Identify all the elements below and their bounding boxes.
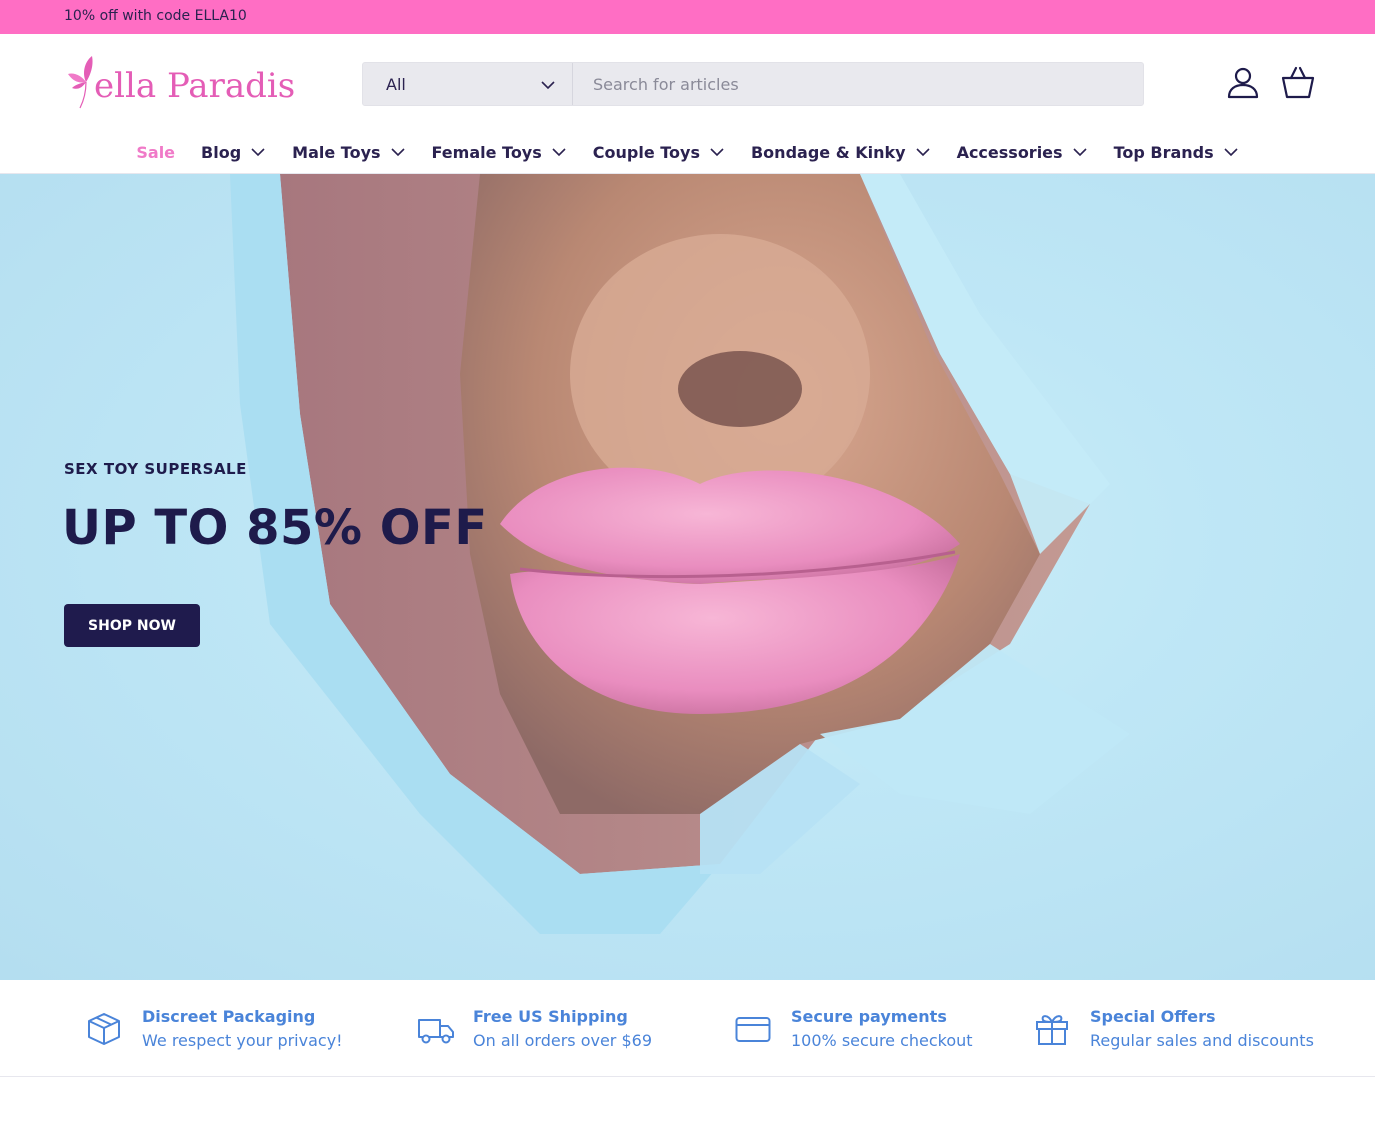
feature-subtitle: On all orders over $69 [473, 1031, 652, 1050]
shop-now-button[interactable]: SHOP NOW [64, 604, 200, 647]
chevron-down-icon [552, 148, 566, 157]
feature-subtitle: Regular sales and discounts [1090, 1031, 1314, 1050]
nav-item-male-toys[interactable]: Male Toys [292, 138, 405, 166]
feature-title: Secure payments [791, 1007, 947, 1026]
nav-item-label: Sale [136, 142, 176, 162]
search-bar: All [362, 62, 1144, 106]
hero-title: UP TO 85% OFF [62, 500, 488, 556]
main-nav: Sale Blog Male Toys Female Toys Couple T… [0, 138, 1375, 166]
announcement-text: 10% off with code ELLA10 [64, 8, 247, 24]
truck-icon [418, 1019, 454, 1044]
chevron-down-icon [1224, 148, 1238, 157]
nav-item-sale[interactable]: Sale [136, 138, 175, 166]
chevron-down-icon [390, 148, 405, 157]
search-input[interactable] [574, 63, 1142, 105]
feature-subtitle: We respect your privacy! [142, 1031, 343, 1050]
basket-icon [1281, 66, 1315, 99]
account-button[interactable] [1226, 66, 1260, 100]
credit-card-icon [735, 1017, 771, 1042]
nav-item-accessories[interactable]: Accessories [957, 138, 1088, 166]
nav-item-label: Top Brands [1113, 142, 1214, 162]
hero-image [230, 174, 1130, 934]
nav-item-label: Bondage & Kinky [750, 142, 906, 162]
hero-eyebrow: SEX TOY SUPERSALE [64, 460, 247, 478]
site-header: ella Paradis All Sale Blog Male [0, 34, 1375, 174]
feature-title: Free US Shipping [473, 1007, 628, 1026]
logo-text: ella Paradis [94, 66, 296, 106]
nav-item-couple-toys[interactable]: Couple Toys [593, 138, 725, 166]
chevron-down-icon [915, 148, 930, 157]
feature-subtitle: 100% secure checkout [791, 1031, 973, 1050]
feature-title: Special Offers [1090, 1007, 1216, 1026]
nav-item-label: Female Toys [431, 142, 542, 162]
search-category-value: All [386, 75, 406, 94]
feature-title: Discreet Packaging [142, 1007, 316, 1026]
nav-item-label: Male Toys [292, 142, 381, 162]
announcement-bar: 10% off with code ELLA10 [0, 0, 1375, 34]
account-icon [1227, 67, 1259, 99]
box-icon [88, 1013, 120, 1045]
chevron-down-icon [710, 148, 724, 157]
nav-item-label: Couple Toys [592, 142, 700, 162]
nav-item-blog[interactable]: Blog [201, 138, 266, 166]
search-category-select[interactable]: All [363, 63, 573, 105]
hero-banner: SEX TOY SUPERSALE UP TO 85% OFF SHOP NOW [0, 174, 1375, 980]
site-logo[interactable]: ella Paradis [64, 52, 295, 114]
chevron-down-icon [251, 148, 265, 157]
basket-button[interactable] [1281, 66, 1315, 100]
nav-item-label: Blog [201, 142, 242, 162]
nav-item-bondage-kinky[interactable]: Bondage & Kinky [751, 138, 931, 166]
nav-item-top-brands[interactable]: Top Brands [1114, 138, 1239, 166]
nav-item-female-toys[interactable]: Female Toys [432, 138, 567, 166]
chevron-down-icon [1072, 148, 1087, 157]
chevron-down-icon [541, 81, 555, 90]
features-bar: Discreet Packaging We respect your priva… [0, 980, 1375, 1077]
nav-item-label: Accessories [956, 142, 1063, 162]
gift-icon [1036, 1015, 1068, 1045]
